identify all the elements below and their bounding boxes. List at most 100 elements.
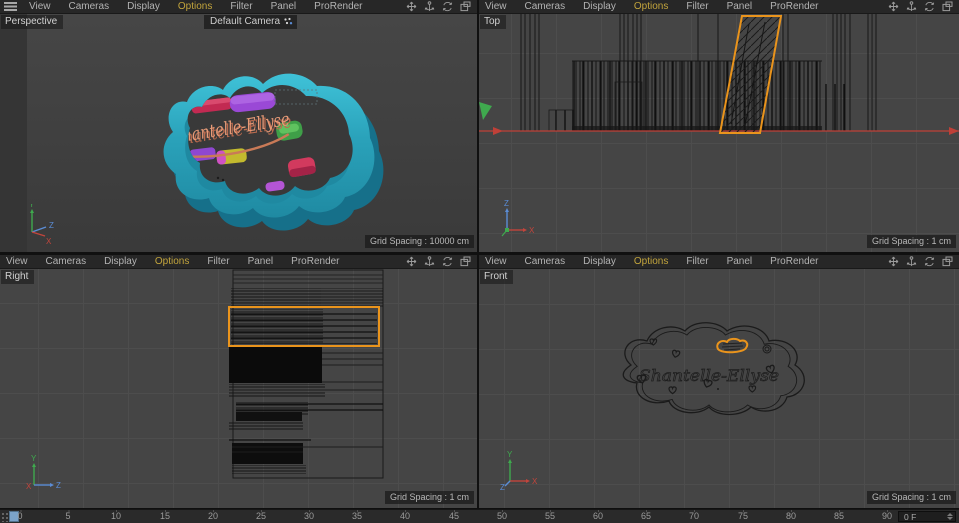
right-wireframe: Y Z X [0, 269, 477, 508]
timeline-tick: 40 [400, 511, 410, 521]
grid-spacing-label: Grid Spacing : 10000 cm [365, 235, 474, 248]
current-frame-value: 0 F [904, 512, 916, 522]
menu-item-prorender[interactable]: ProRender [305, 0, 371, 13]
menu-item-display[interactable]: Display [574, 0, 625, 13]
menu-item-cameras[interactable]: Cameras [516, 0, 575, 13]
timeline-tick: 70 [689, 511, 699, 521]
toggle-viewport-icon[interactable] [460, 1, 471, 12]
axis-gizmo-right: Y Z X [26, 454, 61, 491]
svg-text:Z: Z [500, 483, 505, 492]
timeline-tick: 20 [208, 511, 218, 521]
timeline-tick: 60 [593, 511, 603, 521]
menu-item-cameras[interactable]: Cameras [516, 255, 575, 268]
perspective-canvas[interactable]: Perspective Default Camera [0, 14, 477, 252]
menu-item-filter[interactable]: Filter [677, 255, 717, 268]
menu-item-view[interactable]: View [20, 0, 60, 13]
cutter-name-text: Shantelle-Ellyse [639, 366, 779, 385]
rotate-icon[interactable] [924, 1, 935, 12]
dolly-icon[interactable] [424, 256, 435, 267]
camera-label[interactable]: Default Camera [204, 15, 297, 29]
timeline-tick: 15 [160, 511, 170, 521]
svg-text:Z: Z [504, 199, 509, 208]
pan-icon[interactable] [888, 1, 899, 12]
menu-item-display[interactable]: Display [574, 255, 625, 268]
horizontal-splitter[interactable] [0, 252, 959, 255]
menu-item-prorender[interactable]: ProRender [282, 255, 348, 268]
viewport-perspective[interactable]: View Cameras Display Options Filter Pane… [0, 0, 477, 252]
timeline-tick: 10 [111, 511, 121, 521]
timeline-tick: 65 [641, 511, 651, 521]
pan-icon[interactable] [406, 1, 417, 12]
timeline-tick: 75 [738, 511, 748, 521]
axis-gizmo-perspective: Y Z X [20, 204, 62, 244]
pan-icon[interactable] [888, 256, 899, 267]
menu-item-panel[interactable]: Panel [239, 255, 283, 268]
svg-text:Y: Y [507, 450, 513, 459]
axis-gizmo-front: Y X Z [500, 450, 538, 492]
menu-item-prorender[interactable]: ProRender [761, 255, 827, 268]
viewport-top[interactable]: View Cameras Display Options Filter Pane… [479, 0, 959, 252]
menu-item-view[interactable]: View [0, 255, 37, 268]
svg-text:Y: Y [29, 204, 35, 209]
selected-object-outline[interactable] [717, 339, 747, 352]
frame-spinner[interactable] [947, 513, 953, 520]
axis-gizmo-top: Z X [502, 199, 535, 236]
menu-item-options[interactable]: Options [625, 255, 677, 268]
timeline-tick: 80 [786, 511, 796, 521]
timeline-tick: 90 [882, 511, 892, 521]
menu-item-filter[interactable]: Filter [221, 0, 261, 13]
menu-item-panel[interactable]: Panel [718, 255, 762, 268]
top-canvas[interactable]: Top [479, 14, 959, 252]
timeline-tick: 35 [352, 511, 362, 521]
dolly-icon[interactable] [906, 1, 917, 12]
timeline-tick: 55 [545, 511, 555, 521]
viewport-menubar: View Cameras Display Options Filter Pane… [0, 255, 477, 269]
z-axis-arrow-glyph [479, 102, 492, 120]
menu-item-cameras[interactable]: Cameras [60, 0, 119, 13]
front-canvas[interactable]: Front Shantelle-Ellyse [479, 269, 959, 508]
viewport-menubar: View Cameras Display Options Filter Pane… [0, 0, 477, 14]
rotate-icon[interactable] [442, 1, 453, 12]
right-canvas[interactable]: Right [0, 269, 477, 508]
timeline-tick: 25 [256, 511, 266, 521]
viewport-menubar: View Cameras Display Options Filter Pane… [479, 255, 959, 269]
dolly-icon[interactable] [424, 1, 435, 12]
menu-item-display[interactable]: Display [95, 255, 146, 268]
menu-item-view[interactable]: View [479, 255, 516, 268]
viewport-front[interactable]: View Cameras Display Options Filter Pane… [479, 255, 959, 508]
timeline-tick: 45 [449, 511, 459, 521]
timeline-tick: 85 [834, 511, 844, 521]
current-frame-field[interactable]: 0 F [898, 511, 956, 522]
toggle-viewport-icon[interactable] [460, 256, 471, 267]
perspective-scene-model: Shantelle-Ellyse Shantelle-Ellyse [113, 60, 395, 246]
svg-text:X: X [26, 482, 32, 491]
viewport-menubar: View Cameras Display Options Filter Pane… [479, 0, 959, 14]
hamburger-menu-icon[interactable] [4, 2, 17, 11]
grid-spacing-label: Grid Spacing : 1 cm [867, 235, 956, 248]
toggle-viewport-icon[interactable] [942, 1, 953, 12]
menu-item-options[interactable]: Options [625, 0, 677, 13]
timeline-tick: 30 [304, 511, 314, 521]
rotate-icon[interactable] [442, 256, 453, 267]
timeline-tick: 0 [17, 511, 22, 521]
menu-item-panel[interactable]: Panel [718, 0, 762, 13]
svg-text:Z: Z [49, 221, 54, 230]
menu-item-display[interactable]: Display [118, 0, 169, 13]
toggle-viewport-icon[interactable] [942, 256, 953, 267]
menu-item-view[interactable]: View [479, 0, 516, 13]
menu-item-filter[interactable]: Filter [198, 255, 238, 268]
dolly-icon[interactable] [906, 256, 917, 267]
menu-item-prorender[interactable]: ProRender [761, 0, 827, 13]
rotate-icon[interactable] [924, 256, 935, 267]
menu-item-options[interactable]: Options [169, 0, 221, 13]
svg-text:X: X [46, 237, 52, 244]
camera-label-text: Default Camera [210, 16, 280, 27]
menu-item-options[interactable]: Options [146, 255, 198, 268]
menu-item-cameras[interactable]: Cameras [37, 255, 96, 268]
timeline-ruler[interactable]: 0 5 10 15 20 25 30 35 40 45 50 55 60 65 … [0, 509, 959, 523]
menu-item-filter[interactable]: Filter [677, 0, 717, 13]
pan-icon[interactable] [406, 256, 417, 267]
menu-item-panel[interactable]: Panel [262, 0, 306, 13]
viewport-right[interactable]: View Cameras Display Options Filter Pane… [0, 255, 477, 508]
front-wireframe: Shantelle-Ellyse [479, 269, 959, 508]
